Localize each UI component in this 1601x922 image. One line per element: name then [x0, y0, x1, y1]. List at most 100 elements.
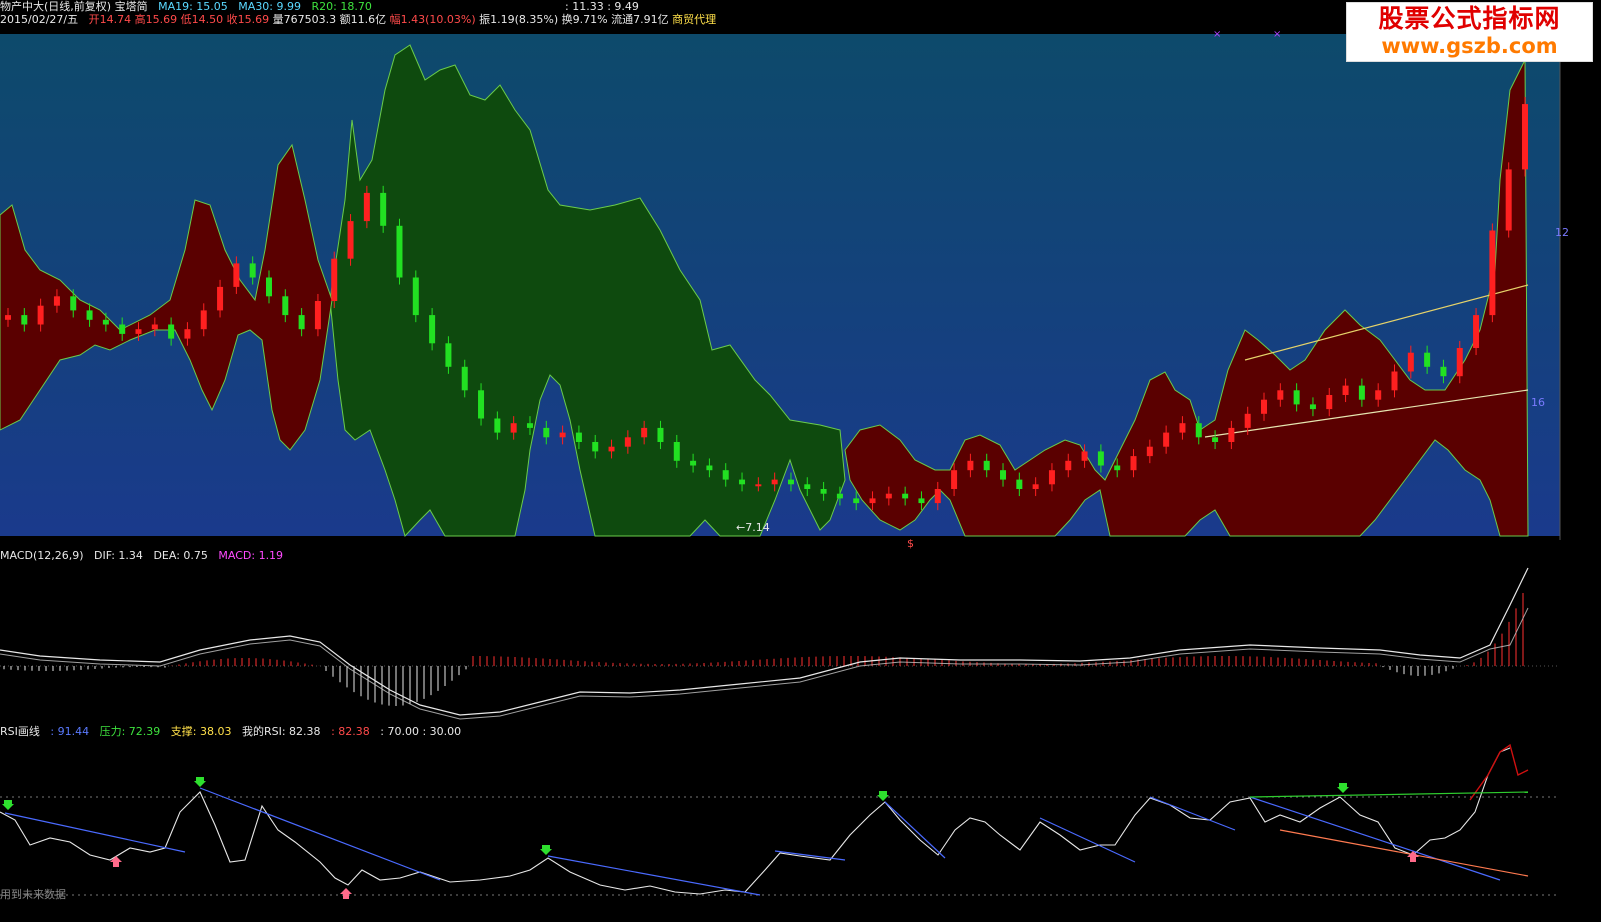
rsi-levels: : 70.00 : 30.00: [380, 725, 462, 738]
candle-body: [1473, 315, 1480, 348]
candle-body: [70, 296, 77, 311]
my-rsi-label: 我的RSI: 82.38: [241, 725, 321, 738]
amount-value: 额11.6亿: [339, 13, 387, 26]
date-value: 2015/02/27/五: [0, 13, 79, 26]
top-marker-2: ×: [1273, 29, 1281, 40]
candle-body: [592, 442, 599, 452]
rsi-trendline: [774, 850, 846, 861]
macd-dif-value: DIF: 1.34: [94, 549, 143, 562]
candle-body: [787, 479, 794, 485]
candle-body: [151, 324, 158, 330]
candle-body: [282, 296, 289, 316]
candle-body: [86, 310, 93, 320]
candle-body: [478, 390, 485, 419]
candle-body: [1375, 390, 1382, 400]
candle-body: [233, 263, 240, 287]
candle-body: [902, 493, 909, 499]
candle-body: [967, 460, 974, 471]
candle-body: [363, 192, 370, 222]
candle-body: [853, 498, 860, 504]
header-row-2: 2015/02/27/五 开14.74 高15.69 低14.50 收15.69…: [0, 13, 716, 26]
candle-body: [429, 315, 436, 344]
close-value: 收15.69: [226, 13, 270, 26]
candle-body: [412, 277, 419, 316]
candle-body: [1309, 404, 1316, 410]
badge-url: www.gszb.com: [1381, 34, 1558, 58]
rsi-trendline: [1149, 796, 1236, 831]
candle-body: [1407, 352, 1414, 372]
candle-body: [1342, 385, 1349, 395]
candle-body: [1277, 390, 1284, 400]
rsi-sell-arrow: [2, 800, 14, 810]
candle-body: [331, 258, 338, 301]
candle-body: [1424, 352, 1431, 367]
ma19-value: MA19: 15.05: [158, 0, 228, 13]
candle-body: [836, 493, 843, 499]
candle-body: [135, 329, 142, 334]
macd-histogram: [3, 593, 1524, 706]
candle-body: [1326, 395, 1333, 410]
rsi-buy-arrow: [340, 888, 352, 899]
candle-body: [1048, 470, 1055, 485]
rsi-trendline: [199, 787, 441, 881]
rsi-trendline: [1039, 817, 1136, 863]
candle-body: [1130, 456, 1137, 471]
low-value: 低14.50: [180, 13, 224, 26]
float-value: 流通7.91亿: [611, 13, 669, 26]
candle-body: [510, 423, 517, 433]
candle-body: [885, 493, 892, 499]
candle-body: [1212, 437, 1219, 442]
rsi-sell-arrow: [194, 777, 206, 787]
candle-body: [722, 470, 729, 480]
header-row-1: 物产中大(日线,前复权) 宝塔简 MA19: 15.05 MA30: 9.99 …: [0, 0, 372, 13]
header-extra: : 11.33 : 9.49: [565, 0, 639, 13]
candle-body: [1261, 399, 1268, 414]
rsi-trendlines: [4, 787, 1529, 896]
rsi-trendline: [547, 855, 761, 896]
candle-body: [951, 470, 958, 489]
dollar-marker: $: [907, 537, 914, 550]
my-rsi-value: : 82.38: [331, 725, 370, 738]
candle-body: [53, 296, 60, 306]
candle-body: [1391, 371, 1398, 391]
rsi-trendline: [4, 812, 186, 853]
candle-body: [37, 305, 44, 325]
rsi-sell-arrow: [877, 791, 889, 801]
rsi-line: [0, 747, 1511, 895]
candle-body: [217, 286, 224, 311]
rsi-pressure: 压力: 72.39: [99, 725, 161, 738]
candle-body: [1016, 479, 1023, 489]
candle-body: [1489, 230, 1496, 316]
ma30-value: MA30: 9.99: [238, 0, 302, 13]
rsi-title: RSI画线: [0, 725, 40, 738]
r20-value: R20: 18.70: [311, 0, 372, 13]
candle-body: [347, 221, 354, 259]
candle-body: [184, 329, 191, 339]
macd-dea-value: DEA: 0.75: [153, 549, 208, 562]
candle-body: [1358, 385, 1365, 400]
candle-body: [249, 263, 256, 278]
candle-body: [706, 465, 713, 471]
candle-body: [1065, 460, 1072, 471]
candle-body: [1081, 451, 1088, 461]
candle-body: [21, 315, 28, 325]
rsi-trendline: [1249, 796, 1501, 881]
candle-body: [200, 310, 207, 330]
candle-body: [1163, 432, 1170, 447]
watermark-badge: 股票公式指标网 www.gszb.com: [1346, 2, 1593, 62]
candle-body: [526, 423, 533, 428]
candle-body: [673, 442, 680, 461]
candle-body: [1440, 366, 1447, 377]
low-price-label: ←7.14: [736, 521, 770, 534]
candle-body: [1032, 484, 1039, 489]
candle-body: [119, 324, 126, 334]
axis-label-12: 12: [1555, 226, 1569, 239]
candle-body: [739, 479, 746, 485]
rsi-trendline: [884, 801, 946, 859]
badge-title: 股票公式指标网: [1378, 4, 1561, 33]
candle-body: [657, 427, 664, 442]
candle-body: [314, 301, 321, 330]
industry-value: 商贸代理: [672, 13, 717, 26]
candle-body: [820, 489, 827, 494]
candle-body: [1114, 465, 1121, 471]
